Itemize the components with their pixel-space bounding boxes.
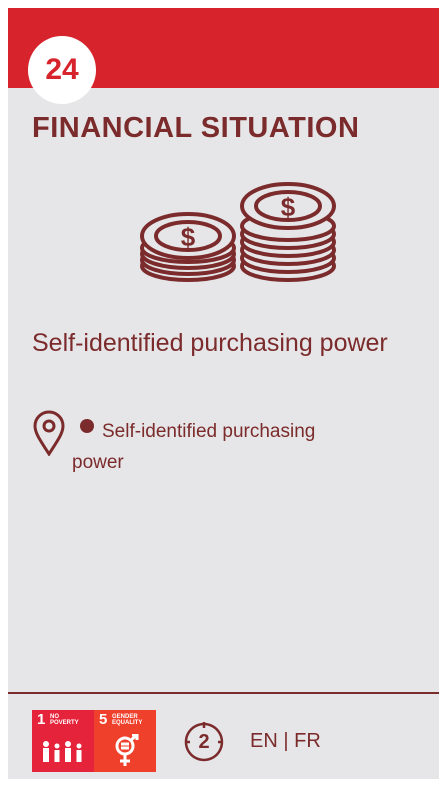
family-icon	[43, 741, 82, 762]
card: 24 FINANCIAL SITUATION $ $ Self-identifi…	[8, 8, 439, 779]
sdg-1-badge[interactable]: 1 NO POVERTY	[32, 710, 94, 772]
svg-text:$: $	[281, 192, 296, 222]
lang-en-link[interactable]: EN	[250, 730, 278, 752]
coins-stack-icon: $ $	[128, 180, 338, 295]
indicator-subtitle: Self-identified purchasing power	[32, 329, 388, 357]
svg-text:$: $	[181, 222, 196, 252]
language-switcher: EN | FR	[250, 730, 321, 753]
location-pin-icon	[33, 410, 65, 456]
link-count: 2	[198, 730, 210, 753]
location-text-continued: power	[72, 452, 124, 473]
sdg-label: GENDER EQUALITY	[112, 714, 143, 726]
sdg-number: 1	[37, 711, 46, 728]
gender-equality-icon	[115, 734, 139, 766]
card-number: 24	[45, 53, 79, 86]
location-text: Self-identified purchasing	[102, 421, 316, 442]
footer-divider	[8, 692, 439, 694]
card-title: FINANCIAL SITUATION	[32, 112, 360, 144]
bullet-dot	[80, 419, 94, 433]
card-number-badge: 24	[28, 36, 96, 104]
sdg-5-badge[interactable]: 5 GENDER EQUALITY	[94, 710, 156, 772]
lang-separator: |	[283, 730, 289, 752]
sdg-label: NO POVERTY	[50, 714, 79, 726]
sdg-number: 5	[99, 711, 108, 728]
lang-fr-link[interactable]: FR	[294, 730, 321, 752]
